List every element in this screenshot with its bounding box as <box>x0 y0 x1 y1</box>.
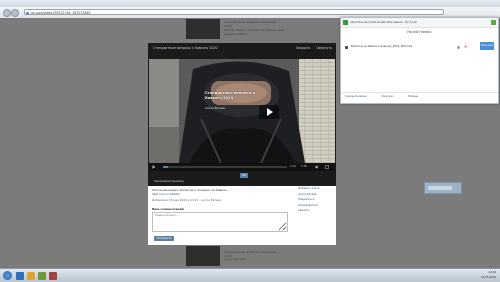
submit-comment-button[interactable]: Отправить <box>154 236 174 241</box>
clock-date: 16.05.2020 <box>481 276 496 279</box>
video-description: Описание видео: вопросы к поездке на Кав… <box>152 188 272 196</box>
popup-notice-bar: About this launched private time session… <box>341 18 498 28</box>
footer-link-save[interactable]: Сохранить видео <box>345 95 367 98</box>
media-popup: About this launched private time session… <box>340 17 499 104</box>
fullscreen-icon[interactable] <box>325 165 329 169</box>
video-frame[interactable]: Стандартные вопросы к Кавказу 2020 Антон… <box>149 59 335 163</box>
site-icon <box>26 11 29 15</box>
browser-task-icon[interactable] <box>16 271 24 280</box>
media-file-name[interactable]: Вопросы на Кавказ к Кавказу_2020_360.mp4 <box>351 44 412 50</box>
download-button[interactable]: Download <box>480 42 494 50</box>
video-picture <box>149 59 335 163</box>
play-small-icon[interactable] <box>152 165 156 169</box>
time-current: 0:14 <box>290 165 296 168</box>
tray-clock[interactable]: 12:44 16.05.2020 <box>481 270 496 280</box>
footer-link-help[interactable]: Помощь <box>408 95 418 98</box>
window-titlebar <box>0 0 500 7</box>
side-actions: Добавить в мои Антон Евтеев Поделиться П… <box>298 186 334 214</box>
bg-video-thumb[interactable] <box>186 246 220 266</box>
description-link[interactable]: http://vk.cc/ad9xQ <box>152 192 180 196</box>
video-modal: Стандартные вопросы к Кавказу 2020 Закры… <box>148 43 336 245</box>
app-task-icon[interactable] <box>49 271 57 280</box>
minimize-link[interactable]: Свернуть <box>316 46 332 50</box>
comment-input[interactable] <box>152 212 288 232</box>
start-button[interactable] <box>3 271 12 280</box>
popup-footer: Сохранить видео Загрузки Помощь <box>345 95 495 98</box>
address-bar[interactable]: vk.com/video130521746_163272849 <box>24 9 444 15</box>
modal-header: Стандартные вопросы к Кавказу 2020 Закры… <box>148 43 336 53</box>
video-player: Стандартные вопросы к Кавказу 2020 Антон… <box>148 53 336 186</box>
popup-divider <box>341 92 498 93</box>
bg-item-author: Антон Евтеев <box>224 257 246 261</box>
taskbar: 12:44 16.05.2020 <box>0 268 500 282</box>
popup-notice[interactable]: About this launched private time session… <box>350 18 417 27</box>
delete-link[interactable]: Удалить <box>298 208 334 214</box>
bg-item-title[interactable]: Стандартные вопросы к Кавказу 2020 <box>224 20 284 28</box>
options-icon[interactable] <box>491 20 496 25</box>
quality-badge[interactable]: HD <box>240 173 248 178</box>
time-total: 5:38 <box>301 165 307 168</box>
floating-widget[interactable] <box>424 182 462 194</box>
bg-video-thumb[interactable] <box>186 19 220 39</box>
video-info: Описание видео: вопросы к поездке на Кав… <box>148 186 336 245</box>
close-link[interactable]: Закрыть <box>296 46 310 50</box>
comment-label: Ваш комментарий <box>152 207 184 211</box>
explorer-task-icon[interactable] <box>27 271 35 280</box>
progress-fill <box>163 166 168 168</box>
media-task-icon[interactable] <box>38 271 46 280</box>
forward-button[interactable] <box>11 9 19 17</box>
found-media-label: Found media: <box>407 30 432 34</box>
progress-bar[interactable] <box>163 166 287 168</box>
comment-toggle-link[interactable]: Закомментировать <box>154 179 184 183</box>
play-icon[interactable] <box>259 105 279 119</box>
footer-link-downloads[interactable]: Загрузки <box>382 95 393 98</box>
back-button[interactable] <box>3 9 11 17</box>
address-text: vk.com/video130521746_163272849 <box>31 11 91 15</box>
copy-link-icon[interactable] <box>457 45 460 49</box>
modal-title: Стандартные вопросы к Кавказу 2020 <box>153 46 218 50</box>
player-controls: 0:14 5:38 <box>149 163 335 171</box>
media-item: Вопросы на Кавказ к Кавказу_2020_360.mp4… <box>345 42 494 50</box>
widget-inner <box>428 186 452 190</box>
modal-header-links: Закрыть Свернуть <box>291 43 332 53</box>
volume-icon[interactable] <box>315 165 319 169</box>
video-meta: Добавлено 16 мая 2020 в 12:24 · Антон Ев… <box>152 198 221 202</box>
extension-icon <box>343 20 348 25</box>
file-icon <box>345 45 348 49</box>
video-author-overlay: Антон Евтеев <box>205 106 225 110</box>
remove-icon[interactable]: ✕ <box>464 44 467 50</box>
bg-item-line: Метод: Видео/ дорожные каналы для Кавказ… <box>224 28 284 36</box>
video-title-overlay: Стандартные вопросы к Кавказу 2020 <box>205 91 256 100</box>
